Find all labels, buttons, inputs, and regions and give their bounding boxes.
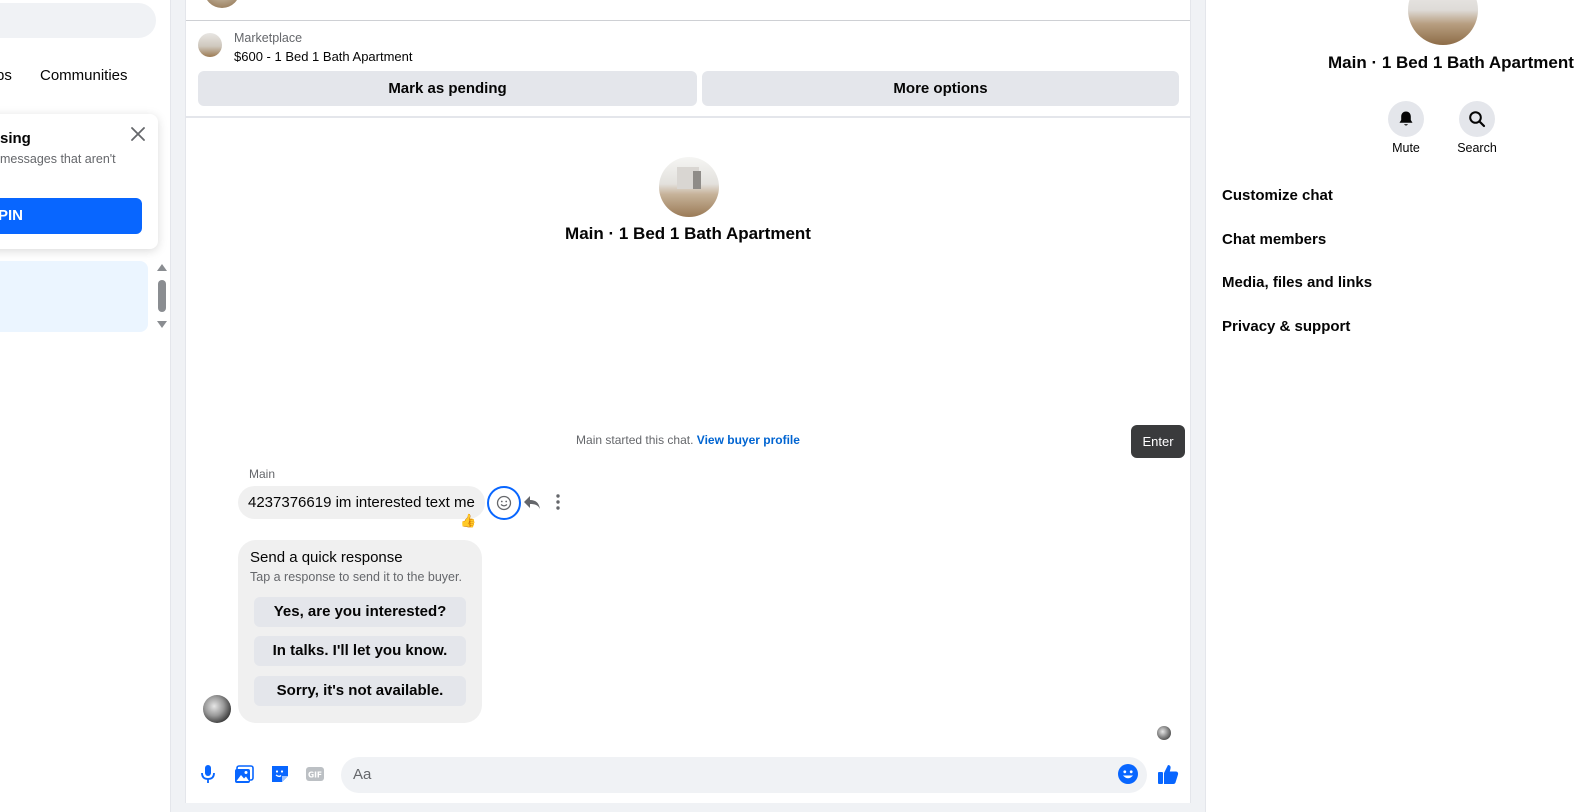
notice-title: sing [0, 130, 31, 147]
quick-response-option[interactable]: Sorry, it's not available. [254, 676, 466, 706]
thumbs-up-icon[interactable] [1156, 762, 1180, 786]
search-input[interactable] [0, 3, 156, 38]
microphone-icon[interactable] [197, 763, 219, 785]
mark-pending-button[interactable]: Mark as pending [198, 71, 697, 106]
quick-response-option[interactable]: Yes, are you interested? [254, 597, 466, 627]
details-panel: Main · 1 Bed 1 Bath Apartment Mute Searc… [1205, 0, 1588, 812]
emoji-icon[interactable] [1117, 763, 1139, 785]
divider [186, 20, 1190, 21]
tab-partial[interactable]: ps [0, 67, 12, 84]
quick-response-subtitle: Tap a response to send it to the buyer. [250, 570, 462, 584]
chat-started-notice: Main started this chat. View buyer profi… [186, 433, 1190, 447]
conversation-title: Main · 1 Bed 1 Bath Apartment [565, 224, 811, 243]
bell-icon [1399, 111, 1413, 126]
pin-button[interactable]: PIN [0, 198, 142, 234]
message-input[interactable]: Aa [341, 757, 1147, 793]
menu-media-files-links[interactable]: Media, files and links [1222, 274, 1372, 291]
mute-label: Mute [1392, 141, 1420, 155]
seen-indicator-avatar [1157, 726, 1171, 740]
mute-button-circle[interactable] [1388, 101, 1424, 137]
more-icon[interactable] [548, 492, 568, 512]
search-button[interactable]: Search [1447, 101, 1507, 155]
photo-door [693, 171, 701, 189]
marketplace-label: Marketplace [234, 31, 303, 45]
listing-title[interactable]: $600 - 1 Bed 1 Bath Apartment [234, 49, 413, 64]
quick-response-option[interactable]: In talks. I'll let you know. [254, 636, 466, 666]
notice-text: messages that aren't [0, 151, 150, 167]
scrollbar-thumb[interactable] [158, 280, 166, 312]
avatar [204, 0, 240, 8]
tooltip: Enter [1131, 425, 1185, 458]
search-icon [1469, 111, 1486, 128]
message-bubble[interactable]: 4237376619 im interested text me [238, 486, 485, 519]
tab-communities[interactable]: Communities [40, 67, 128, 84]
listing-avatar [1408, 0, 1478, 45]
view-buyer-profile-link[interactable]: View buyer profile [697, 433, 800, 447]
chat-list-item-selected[interactable] [0, 261, 148, 332]
svg-text:GIF: GIF [308, 771, 322, 780]
chat-list-panel: ps Communities sing messages that aren't… [0, 0, 171, 812]
notice-text-line: messages that aren't [0, 152, 116, 166]
conversation-panel: Marketplace $600 - 1 Bed 1 Bath Apartmen… [185, 0, 1191, 803]
react-button[interactable] [487, 486, 521, 520]
menu-chat-members[interactable]: Chat members [1222, 231, 1326, 248]
smiley-icon [496, 495, 512, 511]
search-button-circle[interactable] [1459, 101, 1495, 137]
quick-response-title: Send a quick response [250, 549, 403, 566]
scroll-down-arrow[interactable] [157, 321, 167, 328]
menu-customize-chat[interactable]: Customize chat [1222, 187, 1333, 204]
sticker-icon[interactable] [269, 763, 291, 785]
mute-button[interactable]: Mute [1376, 101, 1436, 155]
search-label: Search [1457, 141, 1497, 155]
divider [186, 116, 1190, 118]
listing-avatar [659, 157, 719, 217]
reply-icon[interactable] [522, 492, 542, 512]
quick-response-card: Send a quick response Tap a response to … [238, 540, 482, 723]
details-title: Main · 1 Bed 1 Bath Apartment [1328, 53, 1574, 72]
more-options-button[interactable]: More options [702, 71, 1179, 106]
close-icon[interactable] [128, 124, 148, 144]
sender-name: Main [249, 467, 276, 481]
scroll-up-arrow[interactable] [157, 264, 167, 271]
listing-thumbnail [198, 33, 222, 57]
gif-icon[interactable]: GIF [304, 763, 326, 785]
notice-card: sing messages that aren't PIN [0, 114, 158, 249]
buyer-avatar[interactable] [203, 695, 231, 723]
photo-icon[interactable] [233, 763, 255, 785]
reaction-emoji[interactable]: 👍 [460, 513, 476, 529]
started-text: Main started this chat. [576, 433, 694, 447]
menu-privacy-support[interactable]: Privacy & support [1222, 318, 1350, 335]
